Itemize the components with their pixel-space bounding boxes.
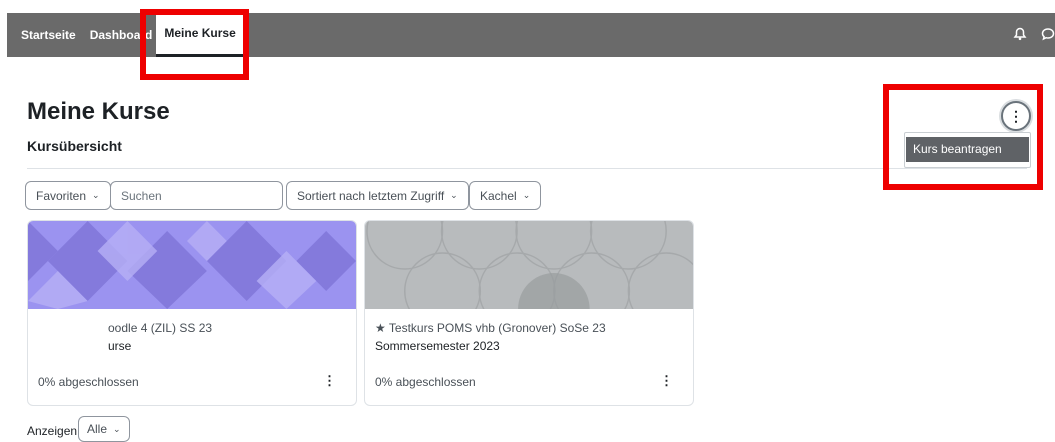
nav-meine-kurse[interactable]: Meine Kurse (156, 13, 244, 57)
top-navbar: Startseite Dashboard Meine Kurse (7, 13, 1055, 57)
chevron-down-icon: ⌄ (92, 190, 100, 200)
page-actions-kebab-icon[interactable]: ⋮ (1001, 101, 1031, 131)
course-image (365, 221, 693, 309)
sort-dropdown[interactable]: Sortiert nach letztem Zugriff ⌄ (286, 181, 469, 210)
show-label: Anzeigen (27, 424, 78, 438)
nav-startseite[interactable]: Startseite (21, 28, 76, 42)
show-count-value: Alle (87, 422, 108, 436)
favorites-label: Favoriten (36, 188, 87, 203)
course-subtitle: urse (108, 339, 132, 353)
favorites-dropdown[interactable]: Favoriten ⌄ (25, 181, 111, 210)
chevron-down-icon: ⌄ (113, 423, 121, 434)
course-card[interactable]: ★ Testkurs POMS vhb (Gronover) SoSe 23 S… (364, 220, 694, 406)
star-icon: ★ (375, 321, 386, 335)
divider (27, 168, 1027, 169)
search-input[interactable] (110, 181, 283, 210)
course-menu-kebab-icon[interactable]: ⋮ (660, 373, 673, 389)
show-count-dropdown[interactable]: Alle ⌄ (78, 416, 130, 442)
page-actions-menu: Kurs beantragen (904, 132, 1031, 168)
course-title-text: Testkurs POMS vhb (Gronover) SoSe 23 (388, 321, 606, 335)
menu-item-kurs-beantragen[interactable]: Kurs beantragen (906, 137, 1029, 162)
bell-icon[interactable] (1013, 27, 1027, 44)
page-title: Meine Kurse (27, 98, 170, 125)
course-subtitle: Sommersemester 2023 (375, 339, 500, 353)
chevron-down-icon: ⌄ (522, 190, 531, 200)
course-progress: 0% abgeschlossen (375, 375, 476, 389)
sort-label: Sortiert nach letztem Zugriff (297, 188, 445, 203)
course-title[interactable]: ★ Testkurs POMS vhb (Gronover) SoSe 23 (375, 321, 606, 335)
view-label: Kachel (480, 188, 517, 203)
nav-icons (999, 13, 1055, 57)
chat-icon[interactable] (1041, 27, 1055, 44)
course-menu-kebab-icon[interactable]: ⋮ (323, 373, 336, 389)
course-progress: 0% abgeschlossen (38, 375, 139, 389)
nav-dashboard[interactable]: Dashboard (90, 28, 153, 42)
view-dropdown[interactable]: Kachel ⌄ (469, 181, 542, 210)
course-image (28, 221, 356, 309)
section-title: Kursübersicht (27, 138, 122, 154)
chevron-down-icon: ⌄ (450, 190, 458, 200)
course-title[interactable]: oodle 4 (ZIL) SS 23 (108, 321, 212, 335)
course-card[interactable]: oodle 4 (ZIL) SS 23 urse 0% abgeschlosse… (27, 220, 357, 406)
